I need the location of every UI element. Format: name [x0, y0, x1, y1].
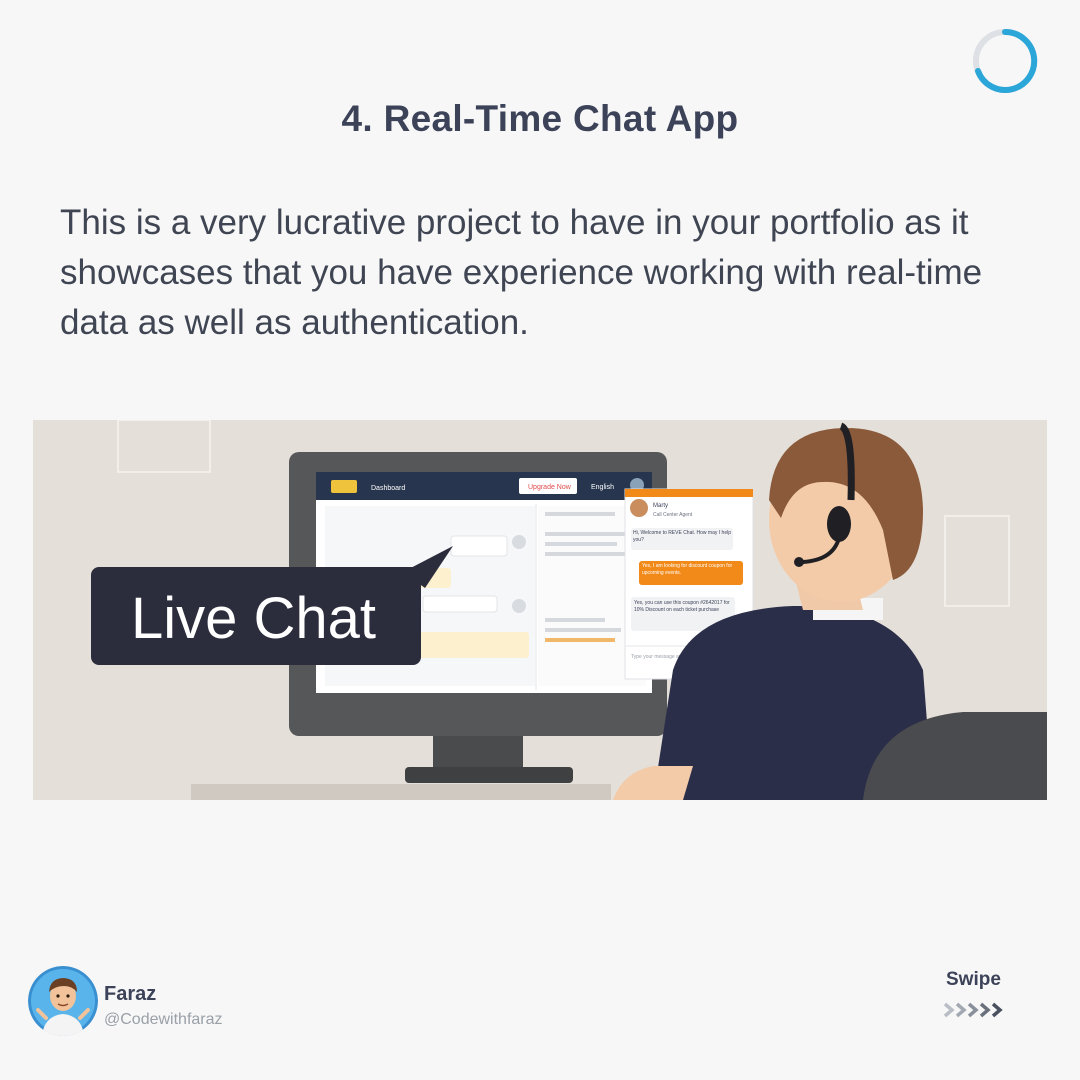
chat-message-agent: Yes, you can use this coupon #2642017 fo… [634, 600, 730, 613]
chat-message-user: Yes, I am looking for discount coupon fo… [642, 563, 733, 576]
decor-frame [944, 515, 1010, 607]
swipe-arrows-icon[interactable] [943, 1001, 1007, 1019]
agent-role: Call Center Agent [653, 512, 693, 518]
live-chat-illustration: Dashboard Upgrade Now English Marty Call… [33, 420, 1047, 800]
swipe-label[interactable]: Swipe [946, 969, 1001, 991]
chat-message-agent: Hi, Welcome to REVE Chat. How may I help… [633, 530, 731, 543]
description-text: This is a very lucrative project to have… [60, 203, 983, 342]
language-select: English [591, 484, 614, 491]
progress-ring-icon [973, 28, 1038, 93]
page-title: 4. Real-Time Chat App [341, 98, 739, 139]
decor-frame [117, 420, 211, 473]
author-handle[interactable]: @Codewithfaraz [104, 1011, 223, 1029]
dashboard-nav: Dashboard [371, 485, 405, 492]
desk [191, 784, 611, 800]
agent-name: Marty [653, 503, 668, 509]
live-chat-caption: Live Chat [131, 586, 376, 651]
author-avatar [28, 966, 98, 1036]
author-name: Faraz [104, 983, 157, 1005]
upgrade-now-button: Upgrade Now [528, 484, 572, 491]
